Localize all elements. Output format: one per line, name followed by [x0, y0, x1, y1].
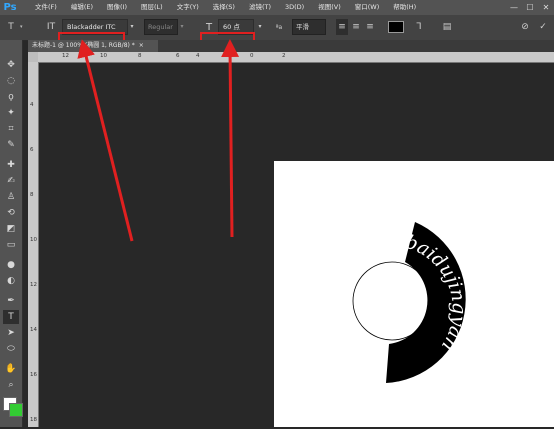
- ruler-tick-label: 0: [250, 53, 254, 59]
- close-window-button[interactable]: ✕: [538, 0, 554, 15]
- brush-tool-icon[interactable]: ✍: [3, 174, 19, 188]
- history-brush-tool-icon[interactable]: ⟲: [3, 206, 19, 220]
- align-left-icon[interactable]: ≡: [336, 19, 348, 35]
- menu-item[interactable]: 视图(V): [311, 0, 348, 15]
- minimize-button[interactable]: —: [506, 0, 522, 15]
- menu-item[interactable]: 文件(F): [28, 0, 64, 15]
- menu-item[interactable]: 图层(L): [134, 0, 170, 15]
- crop-tool-icon[interactable]: ⌗: [3, 122, 19, 136]
- type-tool-preset-icon[interactable]: T: [4, 19, 18, 35]
- ruler-tick-label: 8: [30, 192, 34, 198]
- path-selection-tool-icon[interactable]: ➤: [3, 326, 19, 340]
- maximize-button[interactable]: ☐: [522, 0, 538, 15]
- eyedropper-tool-icon[interactable]: ✎: [3, 138, 19, 152]
- canvas-artwork: baidujingyan: [352, 222, 470, 383]
- zoom-tool-icon[interactable]: ⌕: [3, 378, 19, 392]
- menu-item[interactable]: 选择(S): [206, 0, 242, 15]
- font-size-dropdown-icon[interactable]: ▾: [256, 20, 264, 34]
- vertical-ruler[interactable]: 4 6 8 10 12 14 16 18: [28, 62, 39, 427]
- ruler-tick-label: 4: [30, 102, 34, 108]
- ellipse-tool-icon[interactable]: ⬭: [3, 342, 19, 356]
- ruler-tick-label: 10: [100, 53, 107, 59]
- marquee-tool-icon[interactable]: ◌: [3, 74, 19, 88]
- options-bar: T ▾ IT Blackadder ITC ▾ Regular ▾ T 60 点…: [0, 15, 554, 54]
- document-canvas[interactable]: baidujingyan: [274, 161, 554, 427]
- toolbox: ✥ ◌ ϙ ✦ ⌗ ✎ ✚ ✍ ♙ ⟲ ◩ ▭ ● ◐ ✒ T ➤ ⬭ ✋ ⌕: [0, 40, 23, 427]
- hand-tool-icon[interactable]: ✋: [3, 362, 19, 376]
- menu-item[interactable]: 编辑(E): [64, 0, 100, 15]
- ruler-tick-label: 6: [30, 147, 34, 153]
- antialias-select[interactable]: 平滑: [292, 19, 326, 35]
- ruler-tick-label: 10: [30, 237, 37, 243]
- ruler-tick-label: 14: [30, 327, 37, 333]
- magic-wand-tool-icon[interactable]: ✦: [3, 106, 19, 120]
- ruler-tick-label: 2: [224, 53, 228, 59]
- font-style-dropdown-icon[interactable]: ▾: [178, 20, 186, 34]
- ruler-tick-label: 8: [138, 53, 142, 59]
- dodge-tool-icon[interactable]: ◐: [3, 274, 19, 288]
- menu-item[interactable]: 帮助(H): [386, 0, 423, 15]
- preset-dropdown-arrow-icon[interactable]: ▾: [20, 19, 26, 35]
- ruler-tick-label: 16: [30, 372, 37, 378]
- lasso-tool-icon[interactable]: ϙ: [3, 90, 19, 104]
- align-right-icon[interactable]: ≡: [364, 19, 376, 35]
- warp-text-icon[interactable]: Ꞁ: [412, 19, 426, 35]
- align-center-icon[interactable]: ≡: [350, 19, 362, 35]
- menu-item[interactable]: 滤镜(T): [242, 0, 278, 15]
- ruler-tick-label: 4: [196, 53, 200, 59]
- menu-item[interactable]: 3D(D): [278, 0, 311, 15]
- text-color-swatch[interactable]: [388, 21, 404, 33]
- horizontal-ruler[interactable]: 12 10 8 6 4 2 0 2: [38, 52, 554, 63]
- commit-edit-icon[interactable]: ✓: [536, 19, 550, 35]
- menu-item[interactable]: 窗口(W): [348, 0, 387, 15]
- photoshop-logo: Ps: [3, 2, 17, 13]
- pen-tool-icon[interactable]: ✒: [3, 294, 19, 308]
- menu-bar: Ps 文件(F) 编辑(E) 图像(I) 图层(L) 文字(Y) 选择(S) 滤镜(T) 3D…: [0, 0, 554, 15]
- document-tab-title: 未标题-1 @ 100% (椭圆 1, RGB/8) *: [32, 42, 135, 49]
- ruler-tick-label: 2: [282, 53, 286, 59]
- menu-item[interactable]: 图像(I): [100, 0, 134, 15]
- healing-brush-tool-icon[interactable]: ✚: [3, 158, 19, 172]
- antialias-icon: ªa: [275, 23, 283, 31]
- move-tool-icon[interactable]: ✥: [3, 58, 19, 72]
- blur-tool-icon[interactable]: ●: [3, 258, 19, 272]
- character-panel-icon[interactable]: ▤: [440, 19, 454, 35]
- document-tab[interactable]: 未标题-1 @ 100% (椭圆 1, RGB/8) * ×: [28, 40, 158, 52]
- font-style-field[interactable]: Regular: [144, 19, 178, 35]
- toggle-text-orientation-icon[interactable]: IT: [44, 19, 58, 35]
- font-family-dropdown-icon[interactable]: ▾: [128, 20, 136, 34]
- cancel-edit-icon[interactable]: ⊘: [518, 19, 532, 35]
- ruler-tick-label: 12: [62, 53, 69, 59]
- ruler-tick-label: 6: [176, 53, 180, 59]
- type-tool-icon[interactable]: T: [3, 310, 19, 324]
- ruler-tick-label: 12: [30, 282, 37, 288]
- ruler-tick-label: 18: [30, 417, 37, 423]
- clone-stamp-tool-icon[interactable]: ♙: [3, 190, 19, 204]
- menu-item[interactable]: 文字(Y): [170, 0, 206, 15]
- gradient-tool-icon[interactable]: ▭: [3, 238, 19, 252]
- background-color-swatch[interactable]: [9, 403, 23, 417]
- main-menu: 文件(F) 编辑(E) 图像(I) 图层(L) 文字(Y) 选择(S) 滤镜(T) 3D(D)…: [28, 0, 423, 15]
- ruler-origin[interactable]: [28, 52, 38, 62]
- eraser-tool-icon[interactable]: ◩: [3, 222, 19, 236]
- window-controls: — ☐ ✕: [506, 0, 554, 15]
- document-tab-close-icon[interactable]: ×: [139, 42, 144, 49]
